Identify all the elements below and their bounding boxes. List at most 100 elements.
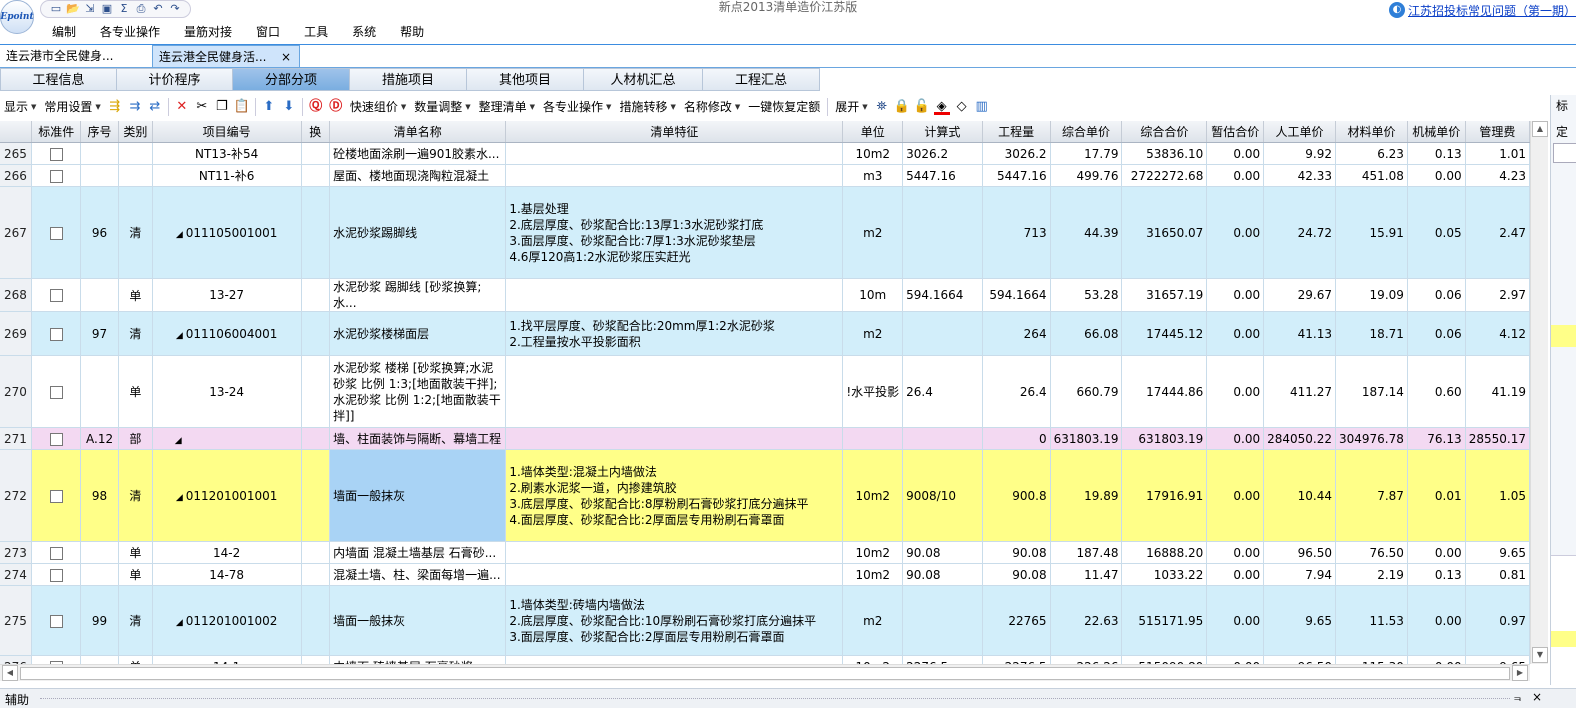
quick-combine-dropdown[interactable]: 快速组价 ▼ bbox=[346, 95, 410, 119]
type-cell[interactable]: 清 bbox=[118, 585, 153, 656]
type-cell[interactable] bbox=[118, 164, 153, 187]
unit-price-cell[interactable]: 66.08 bbox=[1050, 311, 1123, 356]
qty-cell[interactable]: 26.4 bbox=[982, 355, 1051, 428]
material-cell[interactable]: 304976.78 bbox=[1335, 427, 1408, 450]
estimate-cell[interactable]: 0.00 bbox=[1206, 278, 1265, 312]
material-cell[interactable]: 6.23 bbox=[1335, 142, 1408, 165]
cut-icon[interactable]: ✂ bbox=[194, 99, 210, 115]
open-folder-icon[interactable]: 📂 bbox=[66, 3, 80, 15]
code-cell[interactable]: ◢ 011106004001 bbox=[152, 311, 302, 356]
tab-measures[interactable]: 措施项目 bbox=[349, 68, 467, 91]
standard-checkbox[interactable] bbox=[49, 568, 63, 582]
tab-labor-material-summary[interactable]: 人材机汇总 bbox=[583, 68, 703, 91]
expand-dropdown[interactable]: 展开 ▼ bbox=[831, 95, 871, 119]
unit-price-cell[interactable]: 19.89 bbox=[1050, 449, 1123, 542]
unit-price-cell[interactable]: 187.48 bbox=[1050, 541, 1123, 564]
insert-row-icon[interactable]: ⇶ bbox=[107, 99, 123, 115]
qty-cell[interactable]: 713 bbox=[982, 186, 1051, 279]
tab-divisions[interactable]: 分部分项 bbox=[232, 68, 350, 91]
restore-quota-button[interactable]: 一键恢复定额 bbox=[744, 95, 824, 119]
total-cell[interactable]: 31650.07 bbox=[1121, 186, 1208, 279]
total-cell[interactable]: 2722272.68 bbox=[1121, 164, 1208, 187]
col-header-rownum[interactable] bbox=[0, 121, 33, 143]
collapse-triangle-icon[interactable]: ◢ bbox=[176, 618, 183, 628]
machine-cell[interactable]: 0.01 bbox=[1407, 449, 1466, 542]
estimate-cell[interactable]: 0.00 bbox=[1206, 427, 1265, 450]
col-header-machine[interactable]: 机械单价 bbox=[1407, 121, 1466, 143]
estimate-cell[interactable]: 0.00 bbox=[1206, 355, 1265, 428]
code-cell[interactable]: NT13-补54 bbox=[152, 142, 302, 165]
row-number-cell[interactable]: 267 bbox=[0, 186, 33, 279]
code-cell[interactable]: ◢ 011201001002 bbox=[152, 585, 302, 656]
table-row[interactable]: 275 99 清 ◢ 011201001002 墙面一般抹灰 1.墙体类型:砖墙内墙做法 2… bbox=[0, 585, 1530, 656]
display-dropdown[interactable]: 显示 ▼ bbox=[0, 95, 40, 119]
new-file-icon[interactable]: ▭ bbox=[49, 3, 63, 15]
menu-specialty-ops[interactable]: 各专业操作 bbox=[88, 22, 172, 42]
formula-cell[interactable]: 90.08 bbox=[902, 541, 983, 564]
unit-cell[interactable]: 10m2 bbox=[842, 541, 904, 564]
row-number-cell[interactable]: 276 bbox=[0, 655, 33, 664]
unit-cell[interactable]: 10m bbox=[842, 278, 904, 312]
unlock-icon[interactable]: 🔓 bbox=[914, 99, 930, 115]
swap-cell[interactable] bbox=[301, 541, 331, 564]
name-cell[interactable]: 水泥砂浆 踢脚线 [砂浆换算;水... bbox=[329, 278, 507, 312]
mgmt-cell[interactable]: 0.81 bbox=[1465, 563, 1530, 586]
unit-cell[interactable] bbox=[842, 427, 904, 450]
material-cell[interactable]: 7.87 bbox=[1335, 449, 1408, 542]
row-number-cell[interactable]: 273 bbox=[0, 541, 33, 564]
standard-checkbox[interactable] bbox=[49, 327, 63, 341]
formula-cell[interactable] bbox=[902, 427, 983, 450]
qty-cell[interactable]: 594.1664 bbox=[982, 278, 1051, 312]
export-icon[interactable]: ⇲ bbox=[83, 3, 97, 15]
swap-cell[interactable] bbox=[301, 585, 331, 656]
unit-cell[interactable]: m3 bbox=[842, 164, 904, 187]
seq-cell[interactable] bbox=[80, 563, 119, 586]
col-header-swap[interactable]: 换 bbox=[301, 121, 331, 143]
estimate-cell[interactable]: 0.00 bbox=[1206, 142, 1265, 165]
specialty-ops-dropdown[interactable]: 各专业操作 ▼ bbox=[539, 95, 615, 119]
row-number-cell[interactable]: 266 bbox=[0, 164, 33, 187]
seq-cell[interactable]: 99 bbox=[80, 585, 119, 656]
row-number-cell[interactable]: 274 bbox=[0, 563, 33, 586]
material-cell[interactable]: 76.50 bbox=[1335, 541, 1408, 564]
col-header-seq[interactable]: 序号 bbox=[80, 121, 119, 143]
seq-cell[interactable]: 97 bbox=[80, 311, 119, 356]
unit-price-cell[interactable]: 17.79 bbox=[1050, 142, 1123, 165]
type-cell[interactable]: 单 bbox=[118, 563, 153, 586]
find-icon[interactable]: ⛯ bbox=[874, 99, 890, 115]
machine-cell[interactable]: 0.00 bbox=[1407, 585, 1466, 656]
unit-price-cell[interactable]: 44.39 bbox=[1050, 186, 1123, 279]
col-header-mgmt[interactable]: 管理费 bbox=[1465, 121, 1530, 143]
type-cell[interactable]: 清 bbox=[118, 186, 153, 279]
swap-cell[interactable] bbox=[301, 311, 331, 356]
unit-cell[interactable]: m2 bbox=[842, 585, 904, 656]
standard-checkbox[interactable] bbox=[49, 432, 63, 446]
menu-qty-rebar[interactable]: 量筋对接 bbox=[172, 22, 244, 42]
unit-cell[interactable]: 10m2 bbox=[842, 563, 904, 586]
qty-cell[interactable]: 5447.16 bbox=[982, 164, 1051, 187]
material-cell[interactable]: 187.14 bbox=[1335, 355, 1408, 428]
labor-cell[interactable]: 7.94 bbox=[1263, 563, 1336, 586]
insert-child-icon[interactable]: ⇉ bbox=[127, 99, 143, 115]
machine-cell[interactable]: 0.00 bbox=[1407, 541, 1466, 564]
code-cell[interactable]: NT11-补6 bbox=[152, 164, 302, 187]
swap-cell[interactable] bbox=[301, 563, 331, 586]
scroll-down-icon[interactable]: ▼ bbox=[1532, 647, 1548, 663]
swap-cell[interactable] bbox=[301, 427, 331, 450]
formula-cell[interactable]: 90.08 bbox=[902, 563, 983, 586]
unit-price-cell[interactable]: 499.76 bbox=[1050, 164, 1123, 187]
seq-cell[interactable] bbox=[80, 355, 119, 428]
total-cell[interactable]: 53836.10 bbox=[1121, 142, 1208, 165]
table-row[interactable]: 274 单 14-78 混凝土墙、柱、梁面每增一遍... 10m2 90.08 90.08 1… bbox=[0, 563, 1530, 586]
qty-cell[interactable]: 900.8 bbox=[982, 449, 1051, 542]
seq-cell[interactable] bbox=[80, 655, 119, 664]
feature-cell[interactable] bbox=[505, 278, 844, 312]
mgmt-cell[interactable]: 1.01 bbox=[1465, 142, 1530, 165]
menu-tools[interactable]: 工具 bbox=[292, 22, 340, 42]
estimate-cell[interactable]: 0.00 bbox=[1206, 655, 1265, 664]
machine-cell[interactable]: 0.06 bbox=[1407, 278, 1466, 312]
type-cell[interactable] bbox=[118, 142, 153, 165]
material-cell[interactable]: 11.53 bbox=[1335, 585, 1408, 656]
feature-cell[interactable] bbox=[505, 142, 844, 165]
name-cell[interactable]: 墙、柱面装饰与隔断、幕墙工程 bbox=[329, 427, 507, 450]
